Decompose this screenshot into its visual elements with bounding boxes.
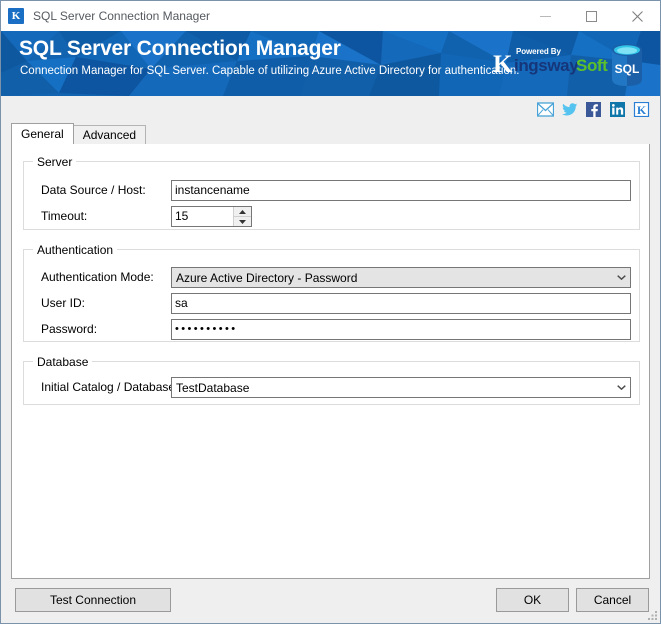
initial-catalog-value: TestDatabase: [176, 380, 250, 395]
banner-subtitle: Connection Manager for SQL Server. Capab…: [20, 65, 520, 77]
maximize-button[interactable]: [568, 1, 614, 31]
tab-panel-general: Server Data Source / Host: instancename …: [11, 143, 650, 579]
group-database-title: Database: [33, 355, 93, 369]
sql-database-icon: SQL: [612, 44, 642, 86]
password-input[interactable]: ••••••••••: [171, 319, 631, 340]
test-connection-button[interactable]: Test Connection: [15, 588, 171, 612]
facebook-icon[interactable]: [585, 101, 602, 117]
group-authentication-title: Authentication: [33, 243, 118, 257]
timeout-decrement-button[interactable]: [234, 217, 251, 226]
data-source-label: Data Source / Host:: [41, 183, 146, 197]
brand-name-primary: ingsway: [514, 56, 579, 75]
header-banner: SQL Server Connection Manager Connection…: [1, 31, 660, 96]
powered-by-label: Powered By: [516, 47, 561, 56]
kingswaysoft-logo: Powered By K ingsway Soft: [490, 47, 608, 81]
authentication-mode-label: Authentication Mode:: [41, 270, 154, 284]
banner-title: SQL Server Connection Manager: [19, 37, 341, 60]
group-database: Database Initial Catalog / Database: Tes…: [23, 355, 640, 405]
social-links-bar: K: [1, 96, 660, 122]
tab-advanced[interactable]: Advanced: [72, 125, 147, 144]
authentication-mode-arrow: [612, 275, 630, 280]
group-server: Server Data Source / Host: instancename …: [23, 155, 640, 230]
kingswaysoft-icon[interactable]: K: [633, 101, 650, 117]
chevron-up-icon: [239, 209, 246, 214]
close-button[interactable]: [614, 1, 660, 31]
timeout-value[interactable]: 15: [172, 207, 233, 226]
data-source-input[interactable]: instancename: [171, 180, 631, 201]
email-icon[interactable]: [537, 101, 554, 117]
brand-name-secondary: Soft: [576, 56, 608, 75]
timeout-increment-button[interactable]: [234, 207, 251, 217]
authentication-mode-value: Azure Active Directory - Password: [176, 270, 358, 285]
initial-catalog-select[interactable]: TestDatabase: [171, 377, 631, 398]
user-id-input[interactable]: sa: [171, 293, 631, 314]
twitter-icon[interactable]: [561, 102, 578, 117]
cancel-button[interactable]: Cancel: [576, 588, 649, 612]
tab-strip: General Advanced: [1, 122, 660, 144]
window-title: SQL Server Connection Manager: [33, 9, 210, 23]
initial-catalog-label: Initial Catalog / Database:: [41, 380, 179, 394]
svg-text:SQL: SQL: [615, 62, 640, 76]
dialog-footer: Test Connection OK Cancel: [1, 579, 660, 623]
group-authentication: Authentication Authentication Mode: Azur…: [23, 243, 640, 342]
window-controls: [522, 1, 660, 31]
tab-general[interactable]: General: [11, 123, 74, 144]
dialog-window: K SQL Server Connection Manager SQL Serv…: [0, 0, 661, 624]
linkedin-icon[interactable]: [609, 101, 626, 117]
timeout-stepper[interactable]: 15: [171, 206, 252, 227]
minimize-icon: [539, 15, 551, 17]
chevron-down-icon: [616, 275, 626, 280]
minimize-button[interactable]: [522, 1, 568, 31]
user-id-label: User ID:: [41, 296, 86, 310]
chevron-down-icon: [616, 385, 626, 390]
close-icon: [631, 10, 643, 22]
title-bar: K SQL Server Connection Manager: [1, 1, 660, 31]
brand-k-letter: K: [493, 51, 513, 78]
svg-text:K: K: [637, 103, 647, 117]
app-icon: K: [8, 8, 24, 24]
ok-button[interactable]: OK: [496, 588, 569, 612]
password-label: Password:: [41, 322, 98, 336]
timeout-spinner-buttons: [233, 207, 251, 226]
initial-catalog-arrow: [612, 385, 630, 390]
chevron-down-icon: [239, 219, 246, 224]
timeout-label: Timeout:: [41, 209, 88, 223]
authentication-mode-select[interactable]: Azure Active Directory - Password: [171, 267, 631, 288]
resize-grip[interactable]: [646, 609, 658, 621]
maximize-icon: [585, 10, 597, 22]
group-server-title: Server: [33, 155, 77, 169]
